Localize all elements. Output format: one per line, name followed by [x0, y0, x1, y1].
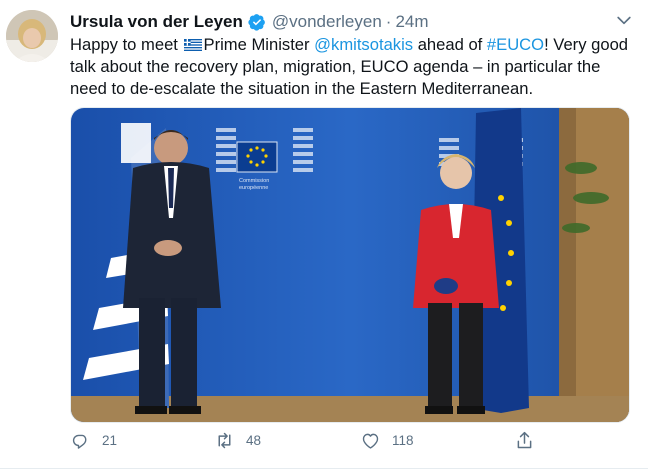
- tweet[interactable]: Ursula von der Leyen @vonderleyen · 24m …: [0, 0, 648, 469]
- greek-flag-icon: [183, 39, 202, 51]
- share-icon: [517, 431, 532, 449]
- tweet-photo[interactable]: Commission européenne: [70, 107, 630, 423]
- like-count: 118: [392, 433, 414, 448]
- share-button[interactable]: [514, 430, 546, 451]
- verified-badge-icon: [248, 14, 265, 31]
- reply-count: 21: [102, 433, 118, 448]
- tweet-text: Happy to meet Prime Minister @kmitsotaki…: [70, 34, 635, 100]
- tweet-timestamp[interactable]: 24m: [395, 12, 428, 32]
- reply-button[interactable]: 21: [70, 430, 117, 451]
- author-handle[interactable]: @vonderleyen: [272, 12, 382, 32]
- sign-text-line2: européenne: [239, 185, 268, 191]
- tweet-header: Ursula von der Leyen @vonderleyen · 24m: [70, 10, 608, 34]
- text-part-3: ahead of: [413, 35, 487, 54]
- mention-link[interactable]: @kmitsotakis: [314, 35, 413, 54]
- separator-dot: ·: [385, 12, 392, 31]
- like-icon: [362, 433, 379, 449]
- text-part-2: Prime Minister: [203, 35, 315, 54]
- chevron-down-icon[interactable]: [614, 10, 634, 30]
- sign-text-line1: Commission: [239, 178, 269, 184]
- retweet-icon: [218, 432, 231, 449]
- text-part-1: Happy to meet: [70, 35, 183, 54]
- tweet-actions: 21 48 118: [62, 430, 562, 460]
- retweet-count: 48: [246, 433, 262, 448]
- reply-icon: [72, 434, 87, 449]
- like-button[interactable]: 118: [360, 430, 414, 451]
- author-name[interactable]: Ursula von der Leyen: [70, 12, 243, 32]
- retweet-button[interactable]: 48: [214, 430, 261, 451]
- hashtag-link[interactable]: #EUCO: [487, 35, 544, 54]
- avatar[interactable]: [6, 10, 58, 62]
